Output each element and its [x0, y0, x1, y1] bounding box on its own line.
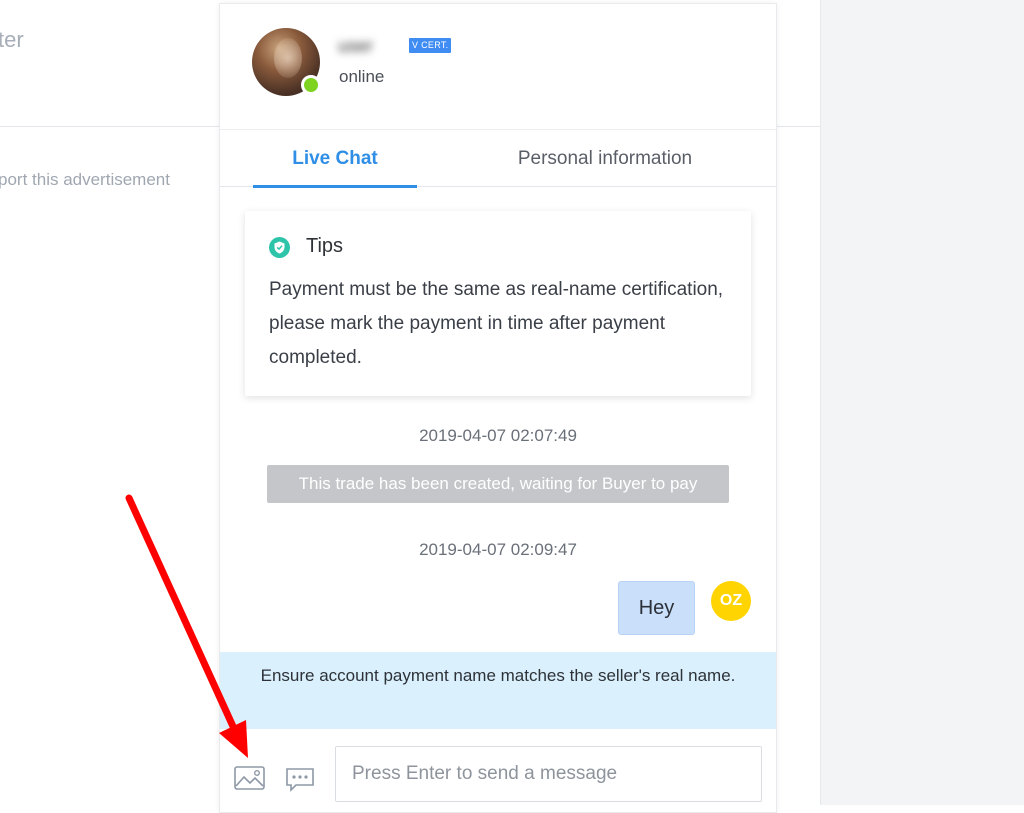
payment-name-notice: Ensure account payment name matches the … [220, 652, 776, 729]
user-status: online [339, 67, 385, 86]
chat-bubble-icon[interactable] [284, 765, 316, 793]
message-timestamp: 2019-04-07 02:07:49 [419, 426, 577, 445]
shield-check-icon [269, 237, 290, 258]
message-composer [220, 744, 776, 809]
background-right-column [820, 0, 1024, 805]
my-message-bubble: Hey [618, 581, 695, 635]
tips-card: Tips Payment must be the same as real-na… [245, 211, 751, 396]
message-input[interactable] [335, 746, 762, 802]
tab-live-chat[interactable]: Live Chat [253, 130, 417, 188]
avatar-photo-highlight [274, 38, 302, 78]
chat-tabs: Live Chat Personal information [220, 129, 776, 188]
username: user [338, 36, 374, 56]
system-message: This trade has been created, waiting for… [267, 465, 729, 503]
image-icon[interactable] [234, 764, 266, 792]
tips-title: Tips [306, 235, 344, 257]
message-timestamp: 2019-04-07 02:09:47 [419, 540, 577, 559]
my-avatar[interactable]: OZ [711, 581, 751, 621]
chat-header: user V CERT. online [220, 4, 776, 129]
online-indicator [301, 75, 321, 95]
tab-personal-information[interactable]: Personal information [490, 130, 720, 187]
tips-body: Payment must be the same as real-name ce… [269, 279, 724, 368]
report-advertisement-link[interactable]: port this advertisement [0, 170, 170, 190]
chat-panel: user V CERT. online Live Chat Personal i… [219, 3, 777, 813]
certified-badge: V CERT. [409, 38, 452, 53]
background-header-text: ter [0, 27, 24, 52]
